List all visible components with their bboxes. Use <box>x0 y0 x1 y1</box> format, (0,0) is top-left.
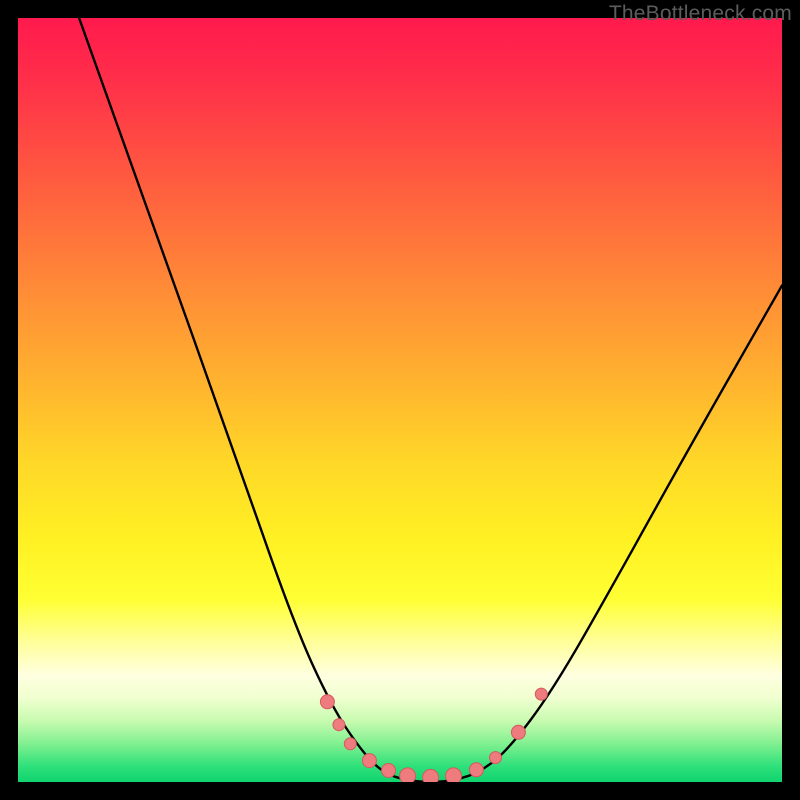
marker-point <box>320 695 334 709</box>
marker-point <box>344 738 356 750</box>
watermark-text: TheBottleneck.com <box>609 2 792 26</box>
marker-point <box>490 752 502 764</box>
data-markers <box>18 18 782 782</box>
marker-point <box>362 754 376 768</box>
plot-area <box>18 18 782 782</box>
marker-point <box>535 688 547 700</box>
marker-point <box>469 763 483 777</box>
marker-point <box>382 764 396 778</box>
marker-point <box>423 769 439 782</box>
chart-frame: TheBottleneck.com <box>0 0 800 800</box>
marker-point <box>333 719 345 731</box>
marker-point <box>446 768 462 782</box>
marker-point <box>511 725 525 739</box>
marker-point <box>400 768 416 782</box>
